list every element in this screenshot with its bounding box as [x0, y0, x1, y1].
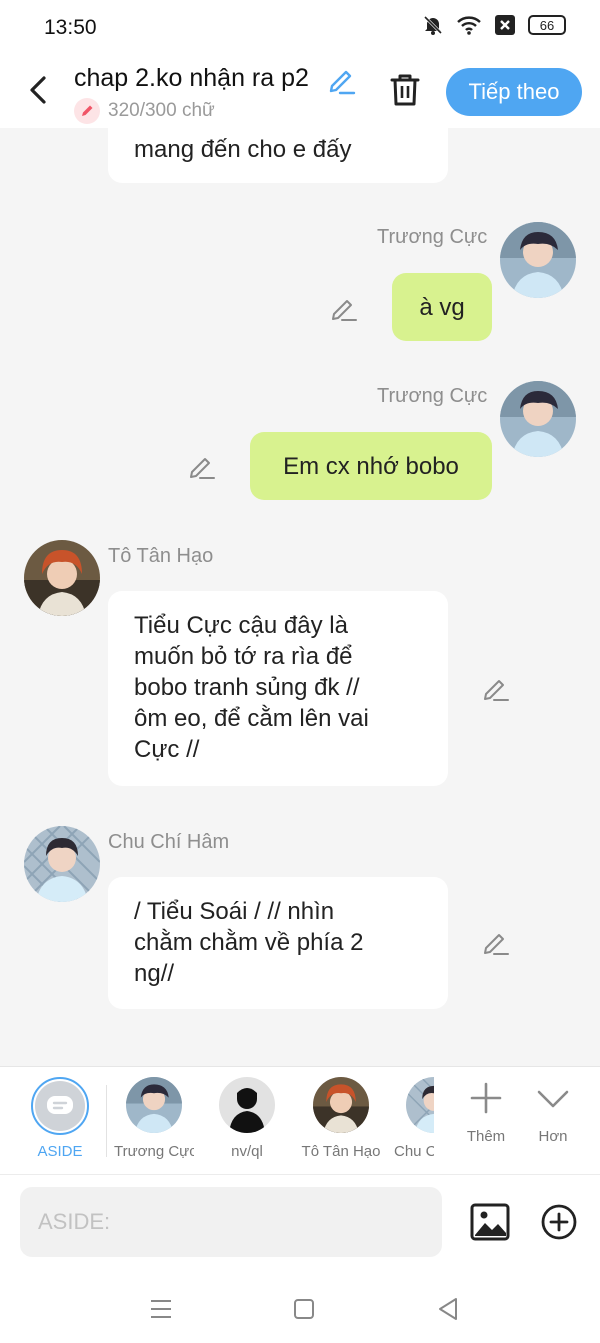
- character-avatar: [126, 1077, 182, 1133]
- back-icon[interactable]: [22, 70, 54, 110]
- add-label: Thêm: [466, 1128, 506, 1145]
- more-button[interactable]: Hơn: [523, 1081, 583, 1145]
- word-count-row: 320/300 chữ: [74, 98, 215, 124]
- avatar[interactable]: [500, 222, 576, 298]
- input-row: [0, 1174, 600, 1274]
- avatar[interactable]: [24, 540, 100, 616]
- character-label: Trương Cực: [114, 1143, 194, 1160]
- image-icon[interactable]: [470, 1203, 510, 1241]
- pencil-badge-icon: [74, 98, 100, 124]
- status-time: 13:50: [44, 16, 97, 39]
- bell-muted-icon: [423, 15, 443, 35]
- character-label: Chu C: [394, 1143, 434, 1160]
- sender-name: Trương Cực: [377, 226, 488, 248]
- message-line: Tiểu Cực cậu đây là: [134, 612, 348, 639]
- status-icons: 66: [422, 14, 566, 36]
- add-character-button[interactable]: Thêm: [456, 1081, 516, 1145]
- character-to-tan-hao[interactable]: Tô Tân Hạo: [301, 1077, 381, 1160]
- battery-indicator: 66: [528, 15, 566, 35]
- wifi-icon: [457, 16, 481, 35]
- more-label: Hơn: [538, 1128, 568, 1145]
- character-label: Tô Tân Hạo: [301, 1143, 381, 1160]
- character-nv-ql[interactable]: nv/ql: [207, 1077, 287, 1160]
- character-avatar: [219, 1077, 275, 1133]
- message-line: muốn bỏ tớ ra rìa để: [134, 643, 353, 670]
- message-bubble[interactable]: à vg: [392, 273, 492, 341]
- sender-name: Chu Chí Hâm: [108, 831, 230, 853]
- character-avatar: [313, 1077, 369, 1133]
- character-label: nv/ql: [231, 1143, 263, 1160]
- edit-message-icon[interactable]: [482, 674, 510, 702]
- add-circle-icon[interactable]: [540, 1203, 578, 1241]
- sender-name: Trương Cực: [377, 385, 488, 407]
- edit-title-icon[interactable]: [326, 64, 358, 96]
- message-text: Em cx nhớ bobo: [283, 452, 459, 480]
- back-nav-icon[interactable]: [433, 1294, 463, 1324]
- plus-icon: [470, 1082, 502, 1114]
- character-label: ASIDE: [37, 1143, 83, 1160]
- message-bubble[interactable]: mang đến cho e đấy: [108, 128, 448, 183]
- chevron-down-icon: [537, 1090, 569, 1108]
- menu-icon[interactable]: [146, 1294, 176, 1324]
- avatar[interactable]: [500, 381, 576, 457]
- divider: [106, 1085, 107, 1157]
- chat-area[interactable]: mang đến cho e đấy Trương Cực à vg Trươn…: [0, 128, 600, 1066]
- top-bar: chap 2.ko nhận ra p2 320/300 chữ Tiếp th…: [0, 54, 600, 128]
- character-truong-cuc[interactable]: Trương Cực: [114, 1077, 194, 1160]
- character-bar: ASIDE Trương Cực nv/ql Tô Tân Hạo Chu C …: [0, 1066, 600, 1174]
- word-count: 320/300 chữ: [108, 100, 215, 121]
- avatar[interactable]: [24, 826, 100, 902]
- next-button[interactable]: Tiếp theo: [446, 68, 582, 116]
- chapter-title[interactable]: chap 2.ko nhận ra p2: [74, 64, 309, 93]
- character-chu-chi-ham[interactable]: Chu C: [392, 1077, 434, 1160]
- trash-icon[interactable]: [386, 70, 424, 110]
- aside-avatar: [31, 1077, 89, 1135]
- sender-name: Tô Tân Hạo: [108, 545, 214, 567]
- message-line: chằm chằm về phía 2: [134, 929, 364, 956]
- message-input[interactable]: [20, 1187, 442, 1257]
- message-line: bobo tranh sủng đk //: [134, 674, 360, 701]
- home-icon[interactable]: [289, 1294, 319, 1324]
- status-bar: 13:50 66: [0, 0, 600, 54]
- message-line: / Tiểu Soái / // nhìn: [134, 898, 335, 925]
- message-line: Cực //: [134, 736, 200, 763]
- message-text: à vg: [419, 293, 465, 321]
- edit-message-icon[interactable]: [188, 452, 216, 480]
- message-bubble[interactable]: / Tiểu Soái / // nhìn chằm chằm về phía …: [108, 877, 448, 1009]
- message-bubble[interactable]: Tiểu Cực cậu đây là muốn bỏ tớ ra rìa để…: [108, 591, 448, 786]
- system-nav-bar: [0, 1274, 600, 1343]
- speech-bubble-icon: [47, 1096, 73, 1114]
- message-bubble[interactable]: Em cx nhớ bobo: [250, 432, 492, 500]
- character-aside[interactable]: ASIDE: [20, 1077, 100, 1160]
- character-avatar: [406, 1077, 434, 1133]
- edit-message-icon[interactable]: [482, 928, 510, 956]
- sim-blocked-icon: [495, 15, 515, 35]
- message-text: mang đến cho e đấy: [134, 136, 352, 163]
- message-line: ng//: [134, 960, 175, 987]
- edit-message-icon[interactable]: [330, 294, 358, 322]
- message-line: ôm eo, để cằm lên vai: [134, 705, 369, 732]
